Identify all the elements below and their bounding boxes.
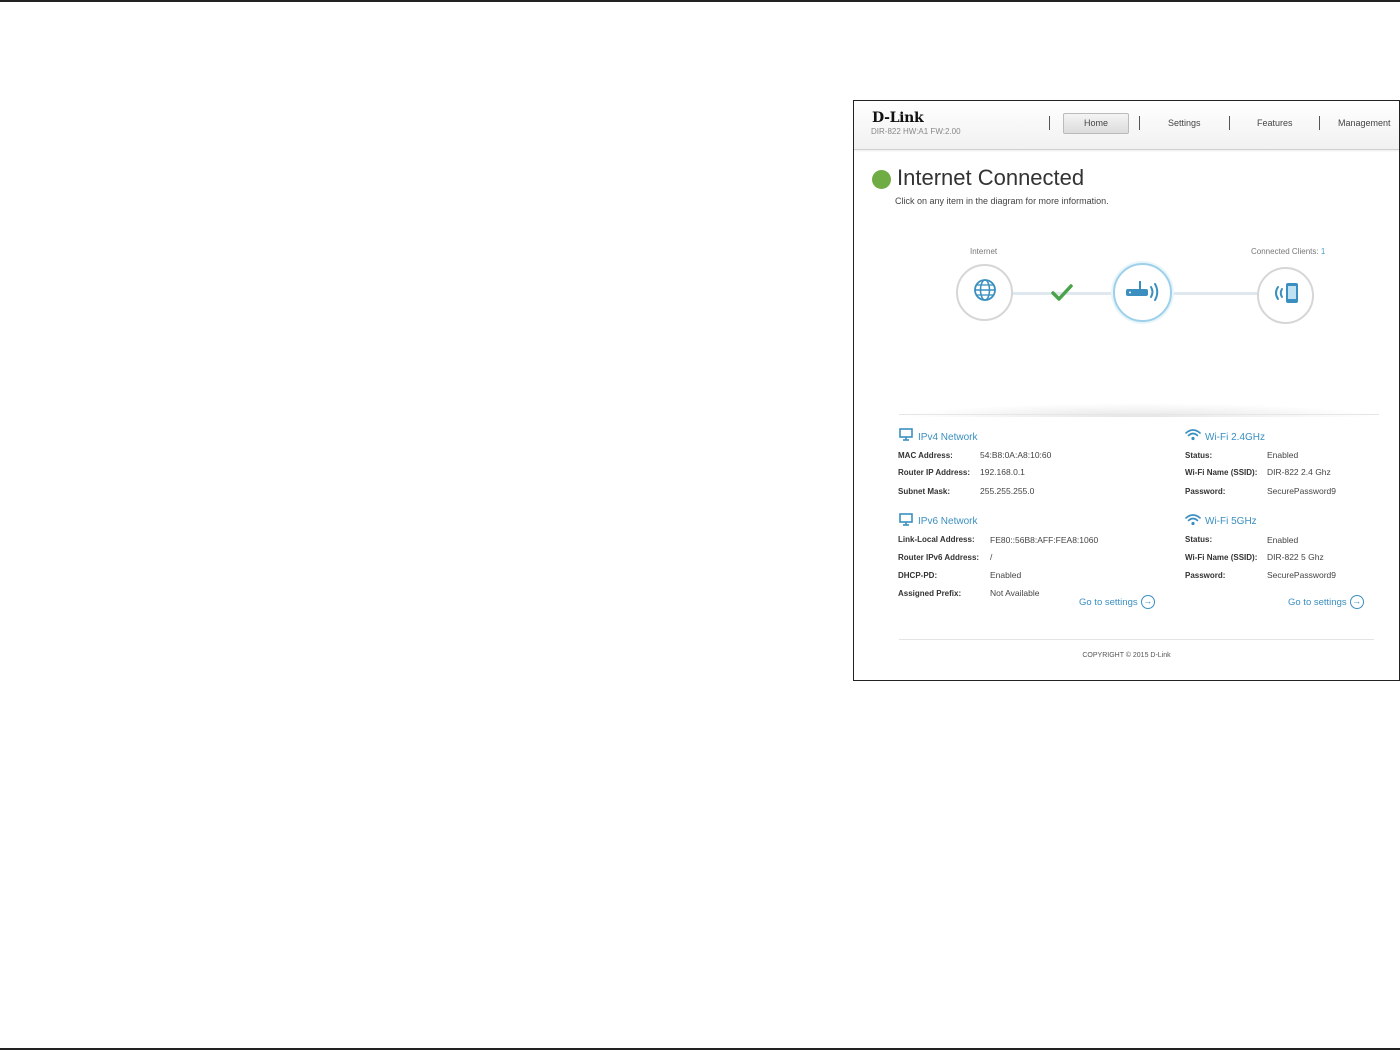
globe-icon: [973, 278, 997, 307]
wifi-24ghz-section-title[interactable]: Wi-Fi 2.4GHz: [1205, 432, 1265, 443]
page-bottom-rule: [0, 1048, 1400, 1050]
arrow-right-circle-icon: →: [1349, 595, 1364, 609]
page-top-rule: [0, 0, 1400, 2]
nav-separator: [1229, 116, 1230, 130]
copyright-text: COPYRIGHT © 2015 D-Link: [1082, 652, 1171, 659]
nav-home-tab[interactable]: Home: [1063, 113, 1129, 134]
footer-divider: [899, 639, 1374, 640]
router-ip-value: 192.168.0.1: [980, 467, 1025, 477]
router-clients-link: [1170, 292, 1260, 295]
section-divider: [899, 414, 1379, 415]
router-ipv6-label: Router IPv6 Address:: [898, 553, 980, 562]
wifi-24-status-label: Status:: [1185, 451, 1213, 460]
wifi-icon: [1185, 428, 1201, 446]
wifi-5-password-value: SecurePassword9: [1267, 570, 1336, 580]
router-icon: [1124, 279, 1162, 306]
router-web-ui-screenshot: D-Link DIR-822 HW:A1 FW:2.00 Home Settin…: [853, 100, 1400, 681]
wireless-go-to-settings-link[interactable]: Go to settings →: [1288, 595, 1364, 609]
internet-label: Internet: [970, 247, 998, 256]
mac-address-label: MAC Address:: [898, 451, 953, 460]
wifi-5-status-value: Enabled: [1267, 535, 1299, 545]
dlink-logo: D-Link: [872, 110, 924, 126]
wifi-5-ssid-label: Wi-Fi Name (SSID):: [1185, 553, 1258, 562]
connected-check-icon: [1051, 284, 1073, 307]
dhcp-pd-label: DHCP-PD:: [898, 571, 938, 580]
status-subtitle: Click on any item in the diagram for mor…: [895, 196, 1109, 206]
wifi-5-password-label: Password:: [1185, 571, 1226, 580]
model-info: DIR-822 HW:A1 FW:2.00: [871, 127, 961, 136]
nav-settings-tab[interactable]: Settings: [1168, 118, 1201, 128]
go-to-settings-label: Go to settings: [1288, 596, 1347, 608]
network-go-to-settings-link[interactable]: Go to settings →: [1079, 595, 1155, 609]
wifi-5ghz-section-title[interactable]: Wi-Fi 5GHz: [1205, 516, 1257, 527]
wifi-24-status-value: Enabled: [1267, 450, 1299, 460]
router-ip-label: Router IP Address:: [898, 468, 971, 477]
nav-features-tab[interactable]: Features: [1257, 118, 1293, 128]
assigned-prefix-label: Assigned Prefix:: [898, 589, 962, 598]
nav-separator: [1319, 116, 1320, 130]
ipv6-section-title[interactable]: IPv6 Network: [918, 516, 977, 527]
ipv4-section-title[interactable]: IPv4 Network: [918, 432, 977, 443]
assigned-prefix-value: Not Available: [990, 588, 1040, 598]
wifi-24-password-label: Password:: [1185, 487, 1226, 496]
connected-clients-node[interactable]: [1257, 267, 1314, 324]
connected-clients-label: Connected Clients: 1: [1251, 247, 1325, 256]
router-node[interactable]: [1113, 263, 1172, 322]
internet-node[interactable]: [956, 264, 1013, 321]
connected-clients-text: Connected Clients:: [1251, 247, 1319, 256]
client-device-icon: [1271, 281, 1301, 310]
dhcp-pd-value: Enabled: [990, 570, 1022, 580]
nav-management-tab[interactable]: Management: [1338, 118, 1391, 128]
monitor-icon: [899, 513, 913, 531]
header-bar: D-Link DIR-822 HW:A1 FW:2.00 Home Settin…: [854, 101, 1399, 150]
router-ipv6-value: /: [990, 552, 993, 562]
nav-separator: [1139, 116, 1140, 130]
go-to-settings-label: Go to settings: [1079, 596, 1138, 608]
nav-separator: [1049, 116, 1050, 130]
link-local-value: FE80::56B8:AFF:FEA8:1060: [990, 535, 1099, 545]
monitor-icon: [899, 428, 913, 446]
status-indicator: [872, 170, 891, 189]
mac-address-value: 54:B8:0A:A8:10:60: [980, 450, 1052, 460]
arrow-right-circle-icon: →: [1140, 595, 1155, 609]
wifi-5-ssid-value: DIR-822 5 Ghz: [1267, 552, 1324, 562]
wifi-icon: [1185, 513, 1201, 531]
wifi-5-status-label: Status:: [1185, 535, 1213, 544]
wifi-24-password-value: SecurePassword9: [1267, 486, 1336, 496]
connected-clients-count: 1: [1320, 247, 1326, 256]
wifi-24-ssid-value: DIR-822 2.4 Ghz: [1267, 467, 1331, 477]
wifi-24-ssid-label: Wi-Fi Name (SSID):: [1185, 468, 1258, 477]
status-title: Internet Connected: [897, 165, 1085, 190]
link-local-label: Link-Local Address:: [898, 535, 975, 544]
subnet-mask-value: 255.255.255.0: [980, 486, 1035, 496]
subnet-mask-label: Subnet Mask:: [898, 487, 951, 496]
